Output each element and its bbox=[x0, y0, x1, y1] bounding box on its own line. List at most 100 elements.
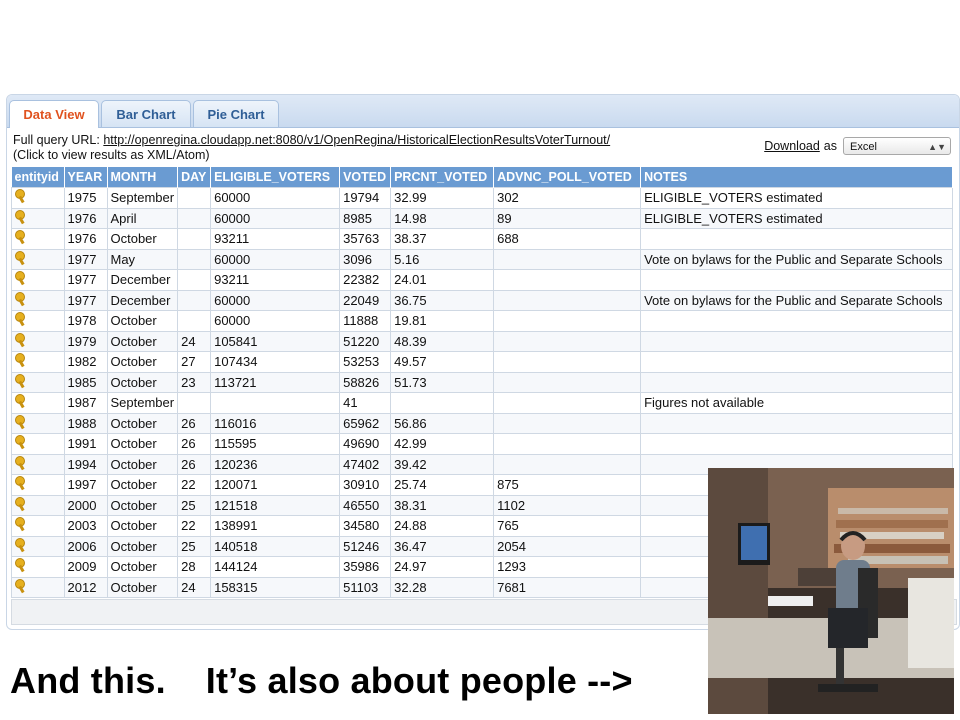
key-icon[interactable] bbox=[15, 312, 27, 326]
table-cell-prcnt-voted: 38.37 bbox=[390, 228, 495, 250]
table-cell-day: 22 bbox=[177, 515, 212, 537]
download-format-select[interactable]: Excel ▲▼ bbox=[843, 137, 951, 155]
table-cell-day bbox=[177, 248, 212, 270]
table-cell-eligible-voters: 140518 bbox=[210, 535, 341, 557]
table-cell-notes bbox=[640, 412, 954, 434]
entity-key-cell bbox=[11, 351, 65, 373]
table-cell-voted: 3096 bbox=[339, 248, 392, 270]
table-row[interactable]: 1977 December 60000 22049 36.75 Vote on bylaw… bbox=[11, 289, 954, 311]
key-icon[interactable] bbox=[15, 189, 27, 203]
key-icon[interactable] bbox=[15, 209, 27, 224]
key-icon[interactable] bbox=[15, 332, 27, 347]
table-cell-month: October bbox=[106, 371, 179, 393]
table-cell-notes bbox=[640, 330, 954, 352]
column-header[interactable]: DAY bbox=[177, 167, 212, 188]
key-icon[interactable] bbox=[15, 230, 27, 244]
table-row[interactable]: 1988 October 26 116016 65962 56.86 bbox=[11, 412, 954, 434]
table-row[interactable]: 1982 October 27 107434 53253 49.57 bbox=[11, 351, 954, 373]
table-cell-year: 2003 bbox=[63, 515, 108, 537]
table-cell-advnc-poll-voted bbox=[493, 289, 642, 311]
table-cell-day bbox=[177, 269, 212, 291]
entity-key-cell bbox=[11, 433, 65, 455]
table-cell-year: 1991 bbox=[63, 433, 108, 455]
key-icon[interactable] bbox=[15, 373, 27, 388]
query-url-label: Full query URL: bbox=[13, 133, 100, 147]
table-cell-voted: 11888 bbox=[339, 310, 392, 332]
table-cell-month: September bbox=[106, 187, 179, 209]
key-icon[interactable] bbox=[15, 414, 27, 429]
table-row[interactable]: 1977 May 60000 3096 5.16 Vote on bylaws for t… bbox=[11, 248, 954, 270]
key-icon[interactable] bbox=[15, 394, 27, 408]
table-cell-voted: 47402 bbox=[339, 453, 392, 475]
table-cell-voted: 46550 bbox=[339, 494, 392, 516]
table-row[interactable]: 1991 October 26 115595 49690 42.99 bbox=[11, 433, 954, 455]
table-cell-day: 27 bbox=[177, 351, 212, 373]
table-cell-voted: 65962 bbox=[339, 412, 392, 434]
table-cell-year: 1977 bbox=[63, 289, 108, 311]
column-header[interactable]: PRCNT_VOTED bbox=[390, 167, 495, 188]
entity-key-cell bbox=[11, 187, 65, 209]
column-header[interactable]: VOTED bbox=[339, 167, 392, 188]
table-cell-prcnt-voted: 14.98 bbox=[390, 207, 495, 229]
table-row[interactable]: 1979 October 24 105841 51220 48.39 bbox=[11, 330, 954, 352]
key-icon[interactable] bbox=[15, 271, 27, 285]
column-header[interactable]: entityid bbox=[11, 167, 65, 188]
table-cell-year: 1977 bbox=[63, 248, 108, 270]
table-cell-advnc-poll-voted: 1102 bbox=[493, 494, 642, 516]
entity-key-cell bbox=[11, 371, 65, 393]
key-icon[interactable] bbox=[15, 517, 27, 531]
table-cell-month: December bbox=[106, 289, 179, 311]
table-row[interactable]: 1976 April 60000 8985 14.98 89 ELIGIBLE_VOTERS… bbox=[11, 207, 954, 229]
table-row[interactable]: 1975 September 60000 19794 32.99 302 ELIGIBLE_… bbox=[11, 187, 954, 209]
entity-key-cell bbox=[11, 310, 65, 332]
table-cell-voted: 35763 bbox=[339, 228, 392, 250]
table-row[interactable]: 1985 October 23 113721 58826 51.73 bbox=[11, 371, 954, 393]
tab-pie-chart[interactable]: Pie Chart bbox=[193, 100, 279, 127]
table-cell-prcnt-voted: 5.16 bbox=[390, 248, 495, 270]
download-link[interactable]: Download bbox=[764, 139, 820, 153]
table-cell-prcnt-voted: 32.28 bbox=[390, 576, 495, 598]
table-row[interactable]: 1976 October 93211 35763 38.37 688 bbox=[11, 228, 954, 250]
entity-key-cell bbox=[11, 556, 65, 578]
key-icon[interactable] bbox=[15, 537, 27, 552]
key-icon[interactable] bbox=[15, 578, 27, 593]
table-cell-notes: ELIGIBLE_VOTERS estimated bbox=[640, 187, 954, 209]
table-cell-prcnt-voted: 25.74 bbox=[390, 474, 495, 496]
table-cell-year: 1987 bbox=[63, 392, 108, 414]
key-icon[interactable] bbox=[15, 291, 27, 306]
column-header[interactable]: NOTES bbox=[640, 167, 954, 188]
table-cell-advnc-poll-voted bbox=[493, 412, 642, 434]
entity-key-cell bbox=[11, 412, 65, 434]
table-row[interactable]: 1978 October 60000 11888 19.81 bbox=[11, 310, 954, 332]
table-row[interactable]: 1977 December 93211 22382 24.01 bbox=[11, 269, 954, 291]
column-header[interactable]: ELIGIBLE_VOTERS bbox=[210, 167, 341, 188]
key-icon[interactable] bbox=[15, 435, 27, 449]
key-icon[interactable] bbox=[15, 250, 27, 265]
column-header[interactable]: ADVNC_POLL_VOTED bbox=[493, 167, 642, 188]
key-icon[interactable] bbox=[15, 496, 27, 511]
table-cell-prcnt-voted: 24.88 bbox=[390, 515, 495, 537]
key-icon[interactable] bbox=[15, 455, 27, 470]
query-url-link[interactable]: http://openregina.cloudapp.net:8080/v1/O… bbox=[103, 133, 610, 147]
tab-bar-chart[interactable]: Bar Chart bbox=[101, 100, 191, 127]
table-cell-voted: 53253 bbox=[339, 351, 392, 373]
table-cell-day: 22 bbox=[177, 474, 212, 496]
query-url-hint: (Click to view results as XML/Atom) bbox=[13, 148, 210, 162]
table-cell-notes: Figures not available bbox=[640, 392, 954, 414]
table-cell-advnc-poll-voted bbox=[493, 453, 642, 475]
table-row[interactable]: 1987 September 41 Figures not available bbox=[11, 392, 954, 414]
key-icon[interactable] bbox=[15, 476, 27, 490]
table-cell-year: 2009 bbox=[63, 556, 108, 578]
table-cell-month: April bbox=[106, 207, 179, 229]
key-icon[interactable] bbox=[15, 558, 27, 572]
column-header[interactable]: YEAR bbox=[64, 167, 108, 188]
table-cell-year: 1978 bbox=[63, 310, 108, 332]
table-cell-advnc-poll-voted: 7681 bbox=[493, 576, 642, 598]
column-header[interactable]: MONTH bbox=[107, 167, 179, 188]
tab-data-view[interactable]: Data View bbox=[9, 100, 99, 128]
key-icon[interactable] bbox=[15, 353, 27, 367]
table-cell-notes: Vote on bylaws for the Public and Separa… bbox=[640, 289, 954, 311]
caption-part-1: And this. bbox=[10, 660, 166, 701]
table-cell-prcnt-voted: 49.57 bbox=[390, 351, 495, 373]
table-cell-month: October bbox=[106, 433, 179, 455]
